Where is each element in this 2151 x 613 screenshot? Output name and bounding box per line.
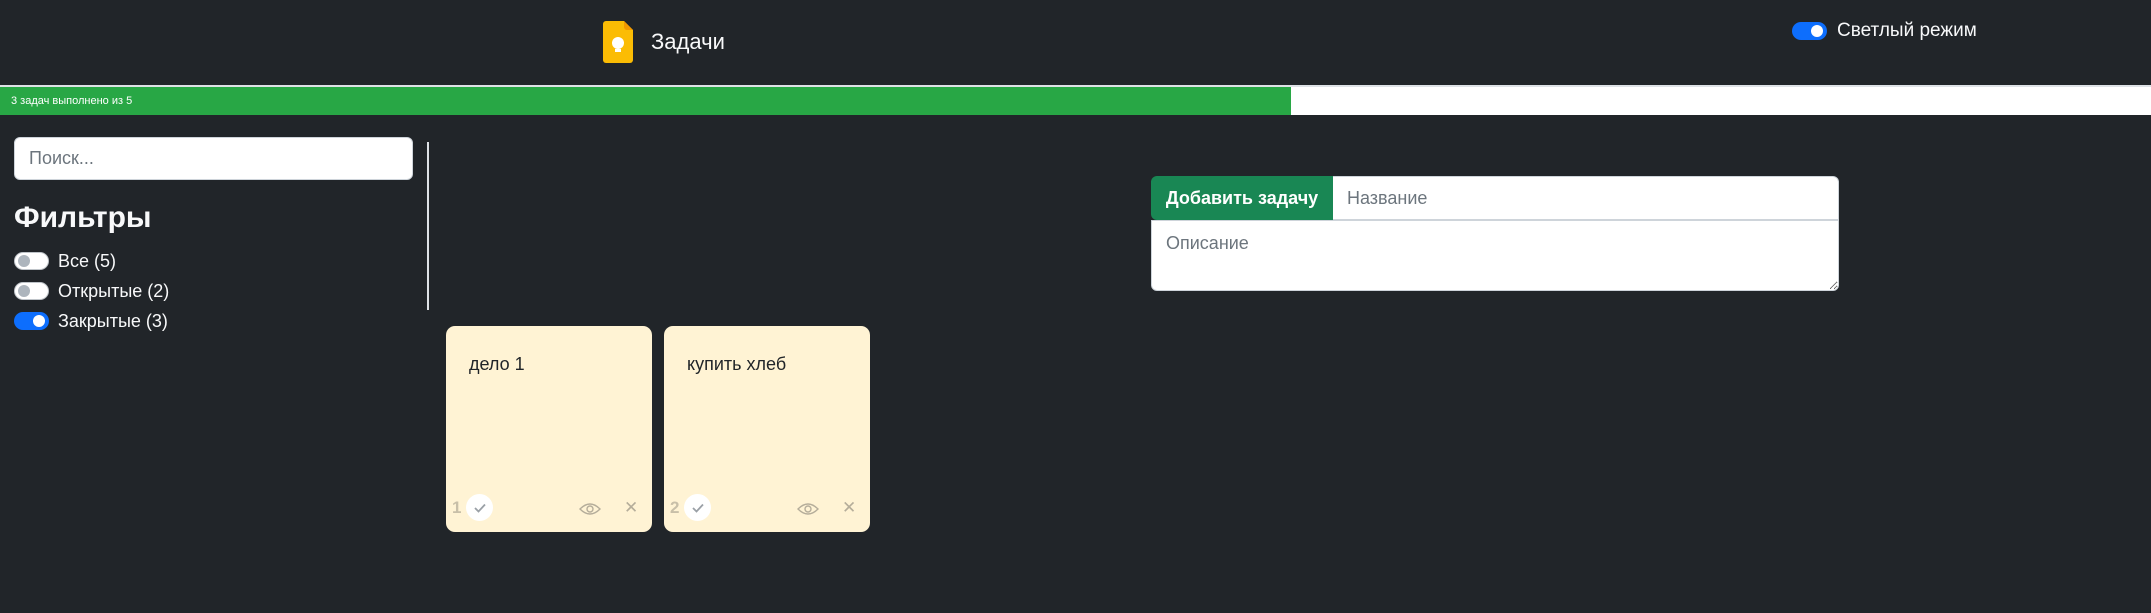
toggle-knob — [1811, 25, 1823, 37]
filter-all-toggle[interactable] — [14, 252, 49, 270]
filter-all-label: Все (5) — [58, 250, 117, 271]
progress-fill: 3 задач выполнено из 5 — [0, 87, 1291, 115]
add-task-button[interactable]: Добавить задачу — [1151, 176, 1333, 220]
progress-bar: 3 задач выполнено из 5 — [0, 87, 2151, 115]
add-task-form: Добавить задачу — [1151, 176, 1839, 291]
check-icon — [691, 503, 704, 513]
filter-open[interactable]: Открытые (2) — [14, 280, 169, 302]
brand[interactable]: Задачи — [603, 20, 725, 64]
lightbulb-note-icon — [603, 21, 633, 63]
task-card[interactable]: купить хлеб 2 ✕ — [664, 326, 870, 532]
filter-all[interactable]: Все (5) — [14, 250, 116, 272]
sidebar-divider — [427, 142, 429, 310]
filter-closed[interactable]: Закрытые (3) — [14, 310, 168, 332]
filter-closed-label: Закрытые (3) — [58, 310, 168, 331]
theme-toggle-label: Светлый режим — [1837, 20, 1977, 41]
close-icon[interactable]: ✕ — [624, 498, 638, 518]
check-icon — [473, 503, 486, 513]
navbar: Задачи Светлый режим — [0, 0, 2151, 85]
complete-button[interactable] — [684, 494, 711, 521]
app-title: Задачи — [651, 29, 725, 54]
theme-switch[interactable]: Светлый режим — [1792, 20, 1977, 42]
eye-icon[interactable] — [797, 502, 819, 516]
task-text: купить хлеб — [687, 354, 787, 374]
toggle-knob — [18, 285, 30, 297]
toggle-knob — [33, 315, 45, 327]
task-text: дело 1 — [469, 354, 525, 374]
search-input[interactable] — [14, 137, 413, 180]
filter-closed-toggle[interactable] — [14, 312, 49, 330]
eye-icon[interactable] — [579, 502, 601, 516]
add-task-row: Добавить задачу — [1151, 176, 1839, 220]
task-description-input[interactable] — [1151, 220, 1839, 291]
task-number: 1 — [452, 498, 462, 517]
complete-button[interactable] — [466, 494, 493, 521]
task-title-input[interactable] — [1333, 176, 1839, 220]
close-icon[interactable]: ✕ — [842, 498, 856, 518]
filters-title: Фильтры — [14, 201, 152, 234]
toggle-knob — [18, 255, 30, 267]
theme-toggle[interactable] — [1792, 22, 1827, 40]
task-number: 2 — [670, 498, 680, 517]
filter-open-toggle[interactable] — [14, 282, 49, 300]
task-card[interactable]: дело 1 1 ✕ — [446, 326, 652, 532]
filter-open-label: Открытые (2) — [58, 280, 170, 301]
progress-text: 3 задач выполнено из 5 — [11, 95, 133, 107]
